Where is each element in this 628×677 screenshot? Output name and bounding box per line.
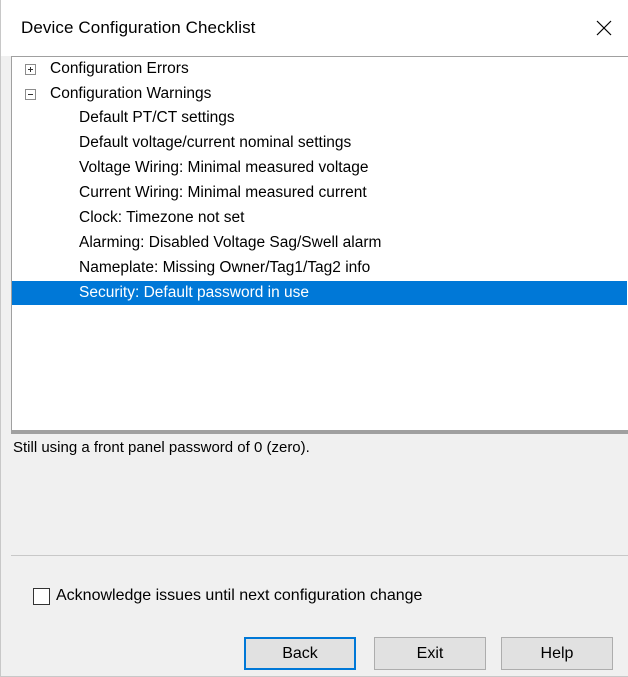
tree-item-warning[interactable]: Current Wiring: Minimal measured current bbox=[12, 181, 627, 205]
close-button[interactable] bbox=[579, 0, 628, 56]
tree-item-label: Current Wiring: Minimal measured current bbox=[79, 184, 367, 201]
tree-item-label: Default PT/CT settings bbox=[79, 109, 235, 126]
tree-item-label: Voltage Wiring: Minimal measured voltage bbox=[79, 159, 369, 176]
tree-item-warning[interactable]: Nameplate: Missing Owner/Tag1/Tag2 info bbox=[12, 256, 627, 280]
tree-item-warning[interactable]: Clock: Timezone not set bbox=[12, 206, 627, 230]
tree-group-label: Configuration Errors bbox=[50, 60, 189, 77]
tree-item-label: Nameplate: Missing Owner/Tag1/Tag2 info bbox=[79, 259, 371, 276]
tree-item-label: Alarming: Disabled Voltage Sag/Swell ala… bbox=[79, 234, 382, 251]
back-button[interactable]: Back bbox=[244, 637, 356, 670]
acknowledge-label: Acknowledge issues until next configurat… bbox=[56, 587, 423, 604]
tree-item-label: Security: Default password in use bbox=[79, 284, 310, 301]
description-text: Still using a front panel password of 0 … bbox=[13, 439, 310, 456]
checklist-tree[interactable]: Configuration Errors Configuration Warni… bbox=[11, 56, 628, 430]
tree-group-warnings[interactable]: Configuration Warnings bbox=[12, 82, 627, 106]
exit-button[interactable]: Exit bbox=[374, 637, 486, 670]
tree-group-errors[interactable]: Configuration Errors bbox=[12, 57, 627, 81]
tree-item-warning[interactable]: Alarming: Disabled Voltage Sag/Swell ala… bbox=[12, 231, 627, 255]
acknowledge-checkbox[interactable] bbox=[33, 587, 50, 605]
close-icon bbox=[596, 20, 612, 36]
window-title: Device Configuration Checklist bbox=[21, 18, 256, 37]
description-pane: Still using a front panel password of 0 … bbox=[11, 434, 628, 556]
tree-item-warning[interactable]: Default PT/CT settings bbox=[12, 106, 627, 130]
dialog-window: Device Configuration Checklist Configura… bbox=[0, 0, 628, 677]
tree-item-warning[interactable]: Default voltage/current nominal settings bbox=[12, 131, 627, 155]
title-bar[interactable]: Device Configuration Checklist bbox=[1, 0, 628, 56]
acknowledge-option[interactable]: Acknowledge issues until next configurat… bbox=[33, 585, 422, 607]
tree-item-warning-selected[interactable]: Security: Default password in use bbox=[12, 281, 627, 305]
minus-icon[interactable] bbox=[25, 89, 36, 100]
tree-group-label: Configuration Warnings bbox=[50, 85, 212, 102]
help-button[interactable]: Help bbox=[501, 637, 613, 670]
tree-item-warning[interactable]: Voltage Wiring: Minimal measured voltage bbox=[12, 156, 627, 180]
tree-item-label: Clock: Timezone not set bbox=[79, 209, 245, 226]
plus-icon[interactable] bbox=[25, 64, 36, 75]
tree-item-label: Default voltage/current nominal settings bbox=[79, 134, 352, 151]
